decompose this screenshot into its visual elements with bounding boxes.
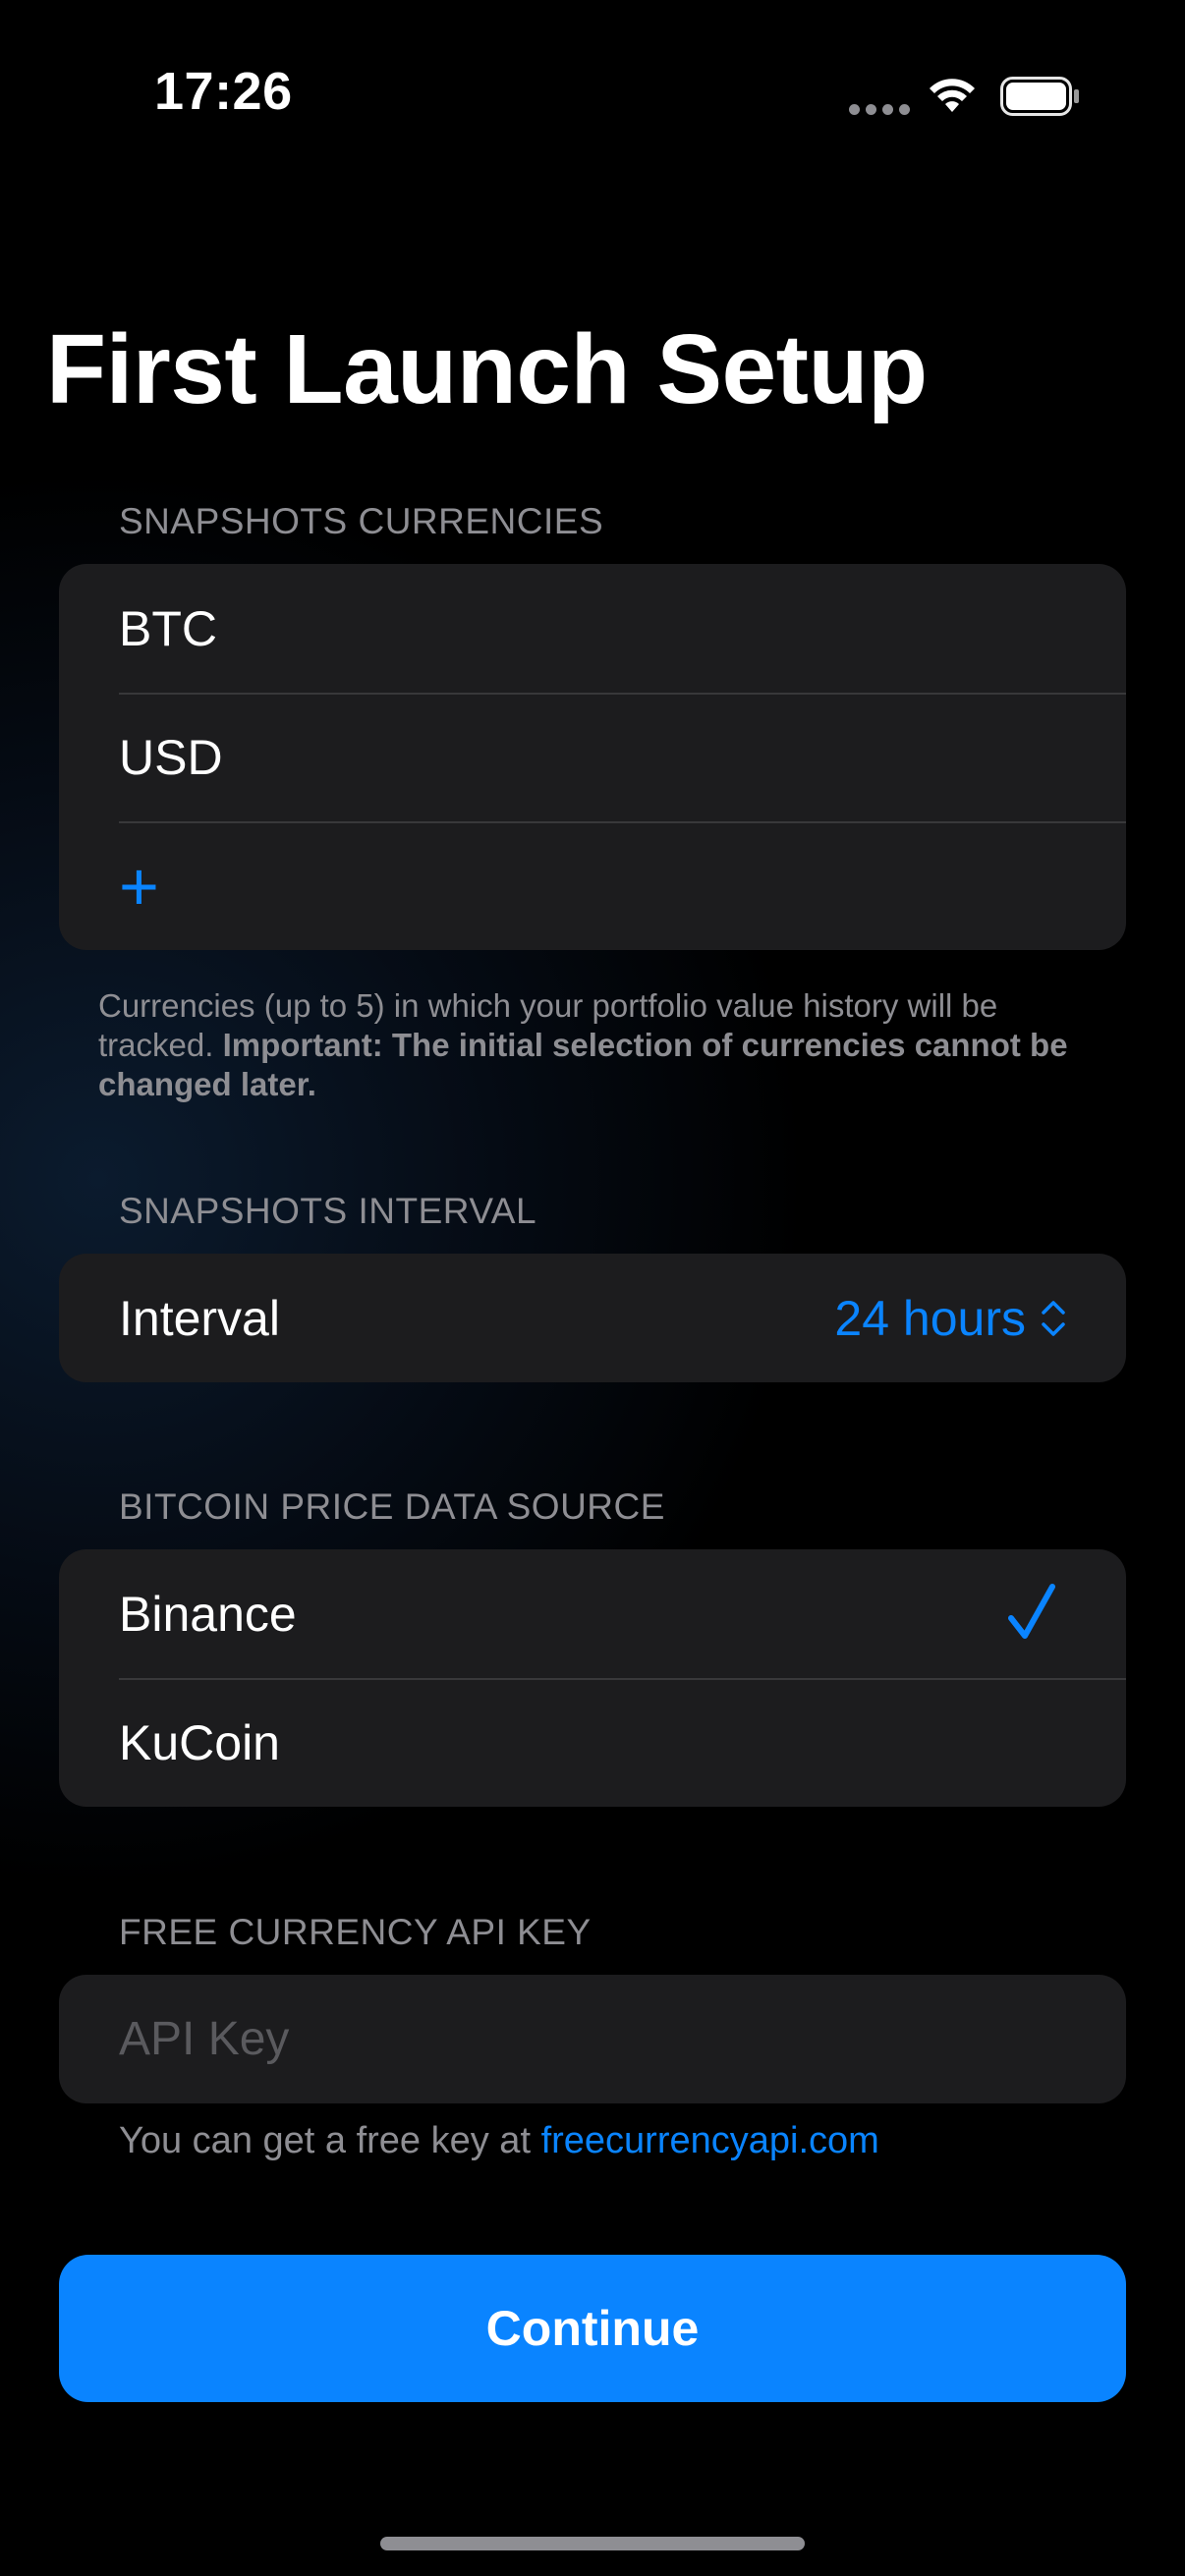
section-header-interval: SNAPSHOTS INTERVAL — [119, 1191, 537, 1231]
footnote-important: Important: The initial selection of curr… — [98, 1027, 1068, 1102]
interval-picker[interactable]: 24 hours — [834, 1254, 1067, 1382]
checkmark-icon — [1008, 1584, 1055, 1639]
interval-card: Interval 24 hours — [59, 1254, 1126, 1382]
price-source-label: KuCoin — [119, 1714, 280, 1770]
api-key-input[interactable] — [59, 1975, 1126, 2103]
interval-value: 24 hours — [834, 1290, 1026, 1346]
currency-row-usd[interactable]: USD — [59, 693, 1126, 821]
section-header-currencies: SNAPSHOTS CURRENCIES — [119, 501, 604, 541]
interval-label: Interval — [119, 1290, 280, 1346]
plus-icon: + — [119, 847, 159, 924]
chevron-up-down-icon — [1042, 1300, 1065, 1336]
currency-label: BTC — [119, 600, 217, 656]
add-currency-button[interactable]: + — [59, 821, 1126, 950]
price-source-label: Binance — [119, 1586, 297, 1642]
cellular-signal-icon — [849, 104, 910, 115]
status-time: 17:26 — [154, 62, 293, 121]
continue-button[interactable]: Continue — [59, 2255, 1126, 2402]
battery-icon — [1000, 77, 1079, 116]
api-provider-link[interactable]: freecurrencyapi.com — [541, 2120, 879, 2161]
currencies-list: BTC USD + — [59, 564, 1126, 950]
home-indicator[interactable] — [380, 2537, 805, 2550]
page-title: First Launch Setup — [46, 314, 928, 424]
price-source-list: Binance KuCoin — [59, 1549, 1126, 1807]
section-header-api-key: FREE CURRENCY API KEY — [119, 1912, 592, 1952]
currencies-footnote: Currencies (up to 5) in which your portf… — [98, 986, 1081, 1104]
currency-row-btc[interactable]: BTC — [59, 564, 1126, 693]
api-key-note: You can get a free key at freecurrencyap… — [119, 2120, 879, 2162]
api-note-text: You can get a free key at — [119, 2120, 541, 2161]
api-key-card — [59, 1975, 1126, 2103]
currency-label: USD — [119, 729, 223, 785]
interval-row[interactable]: Interval 24 hours — [59, 1254, 1126, 1382]
price-source-kucoin[interactable]: KuCoin — [59, 1678, 1126, 1807]
section-header-price-source: BITCOIN PRICE DATA SOURCE — [119, 1486, 665, 1527]
price-source-binance[interactable]: Binance — [59, 1549, 1126, 1678]
wifi-icon — [930, 79, 975, 112]
